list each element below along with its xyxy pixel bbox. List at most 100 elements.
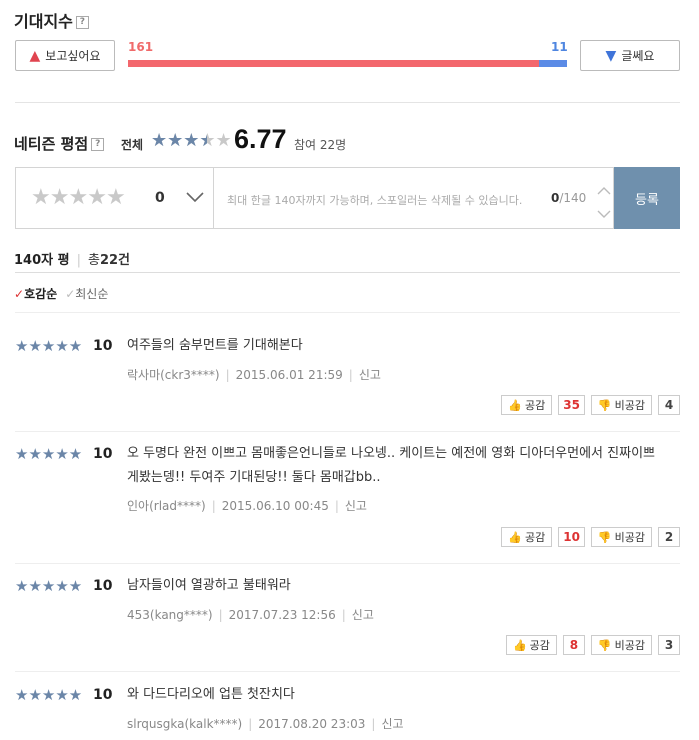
scroll-down-icon[interactable] xyxy=(597,204,611,223)
review-text: 오 두명다 완전 이쁘고 몸매좋은언니들로 나오넹.. 케이트는 예전에 영화 … xyxy=(127,446,655,485)
like-button[interactable]: 👍 공감 xyxy=(501,395,553,415)
review-date: 2015.06.01 21:59 xyxy=(235,368,343,382)
thumb-down-icon: 👎 xyxy=(597,530,612,544)
review-score: 10 xyxy=(93,446,113,462)
input-divider xyxy=(213,168,214,228)
scroll-up-icon[interactable] xyxy=(597,180,611,199)
sort-tab-likes[interactable]: ✓호감순 xyxy=(14,285,57,302)
meh-button[interactable]: ▼ 글쎄요 xyxy=(580,40,680,71)
star-icon[interactable]: ★ xyxy=(106,185,126,210)
netizen-title-text: 네티즌 평점 xyxy=(14,135,89,153)
thumb-down-icon: 👎 xyxy=(597,398,612,412)
review-divider xyxy=(15,431,680,432)
dislike-count: 3 xyxy=(658,635,680,655)
report-link[interactable]: 신고 xyxy=(381,717,403,731)
want-button[interactable]: ▲ 보고싶어요 xyxy=(15,40,115,71)
sort-divider xyxy=(15,312,680,313)
thumb-up-icon: 👍 xyxy=(512,638,527,652)
netizen-stars: ★★★★★ ★★★★★ xyxy=(151,130,233,152)
like-label: 공감 xyxy=(524,531,546,544)
review-date: 2015.06.10 00:45 xyxy=(221,499,329,513)
star-icon[interactable]: ★ xyxy=(50,185,70,210)
review-textarea[interactable]: 최대 한글 140자까지 가능하며, 스포일러는 삭제될 수 있습니다. xyxy=(227,192,527,208)
help-icon[interactable]: ? xyxy=(75,16,89,29)
review-votes: 👍 공감 8 👎 비공감 3 xyxy=(505,635,680,655)
char-count-max: /140 xyxy=(559,191,587,205)
header-separator: | xyxy=(76,253,81,268)
header-divider xyxy=(15,272,680,273)
review-meta: 인아(rlad****) | 2015.06.10 00:45 | 신고 xyxy=(127,499,367,513)
char-counter: 0/140 xyxy=(551,191,586,205)
review-score: 10 xyxy=(93,338,113,354)
check-icon: ✓ xyxy=(14,287,25,301)
star-icon[interactable]: ★ xyxy=(87,185,107,210)
thumb-down-icon: 👎 xyxy=(597,638,612,652)
report-link[interactable]: 신고 xyxy=(359,368,381,382)
submit-button[interactable]: 등록 xyxy=(614,167,680,229)
dislike-count: 2 xyxy=(658,527,680,547)
report-link[interactable]: 신고 xyxy=(352,608,374,622)
check-icon: ✓ xyxy=(65,287,76,301)
dislike-label: 비공감 xyxy=(614,531,645,544)
review-votes: 👍 공감 10 👎 비공감 2 xyxy=(501,527,680,547)
netizen-score: 6.77 xyxy=(234,124,287,154)
dislike-button[interactable]: 👎 비공감 xyxy=(590,527,652,547)
dislike-count: 4 xyxy=(658,395,680,415)
review-score: 10 xyxy=(93,578,113,594)
section-divider xyxy=(15,102,680,103)
review-author[interactable]: 453(kang****) xyxy=(127,608,213,622)
review-meta: 락사마(ckr3****) | 2015.06.01 21:59 | 신고 xyxy=(127,368,381,382)
review-author[interactable]: 락사마(ckr3****) xyxy=(127,368,220,382)
list-header-label: 140자 평 xyxy=(14,253,70,268)
thumb-up-icon: 👍 xyxy=(508,530,522,544)
sort-tab-recent[interactable]: ✓최신순 xyxy=(65,285,108,302)
dislike-button[interactable]: 👎 비공감 xyxy=(590,635,652,655)
like-count: 35 xyxy=(558,395,585,415)
want-bar-fill xyxy=(128,60,539,67)
review-votes: 👍 공감 35 👎 비공감 4 xyxy=(501,395,680,415)
want-button-label: 보고싶어요 xyxy=(45,49,101,63)
review-stars: ★★★★★ xyxy=(15,337,83,355)
chevron-down-icon[interactable] xyxy=(186,188,204,207)
thumb-up-icon: 👍 xyxy=(508,398,522,412)
sort-tab-likes-label: 호감순 xyxy=(24,287,58,301)
help-icon[interactable]: ? xyxy=(91,138,105,151)
review-date: 2017.08.20 23:03 xyxy=(258,717,366,731)
rating-current-value: 0 xyxy=(155,190,165,206)
review-meta: 453(kang****) | 2017.07.23 12:56 | 신고 xyxy=(127,608,374,622)
total-prefix: 총 xyxy=(87,253,100,268)
dislike-label: 비공감 xyxy=(614,639,645,652)
netizen-scope: 전체 xyxy=(121,138,144,152)
expect-bar xyxy=(128,60,567,67)
review-text: 여주들의 숨부먼트를 기대해본다 xyxy=(127,338,303,353)
review-author[interactable]: slrqusgka(kalk****) xyxy=(127,717,242,731)
want-count: 161 xyxy=(128,40,154,54)
review-author[interactable]: 인아(rlad****) xyxy=(127,499,206,513)
star-filled-row: ★★★★★ xyxy=(151,130,207,151)
dislike-label: 비공감 xyxy=(614,399,645,412)
review-meta: slrqusgka(kalk****) | 2017.08.20 23:03 | 신고 xyxy=(127,717,404,731)
dislike-button[interactable]: 👎 비공감 xyxy=(590,395,652,415)
like-button[interactable]: 👍 공감 xyxy=(501,527,553,547)
review-date: 2017.07.23 12:56 xyxy=(228,608,336,622)
like-count: 10 xyxy=(558,527,585,547)
review-text: 남자들이여 열광하고 불태워라 xyxy=(127,578,291,593)
expect-section-title: 기대지수? xyxy=(14,8,89,32)
expect-title: 기대지수 xyxy=(14,12,73,31)
thumb-down-icon: ▼ xyxy=(605,47,617,64)
star-icon[interactable]: ★ xyxy=(31,185,51,210)
list-header: 140자 평 | 총22건 xyxy=(14,249,130,268)
review-stars: ★★★★★ xyxy=(15,445,83,463)
review-score: 10 xyxy=(93,687,113,703)
report-link[interactable]: 신고 xyxy=(345,499,367,513)
meh-count: 11 xyxy=(551,40,568,54)
star-icon[interactable]: ★ xyxy=(68,185,88,210)
rating-star-picker[interactable]: ★★★★★ xyxy=(31,185,126,210)
review-text: 와 다드다리오에 업튼 첫잔치다 xyxy=(127,687,295,702)
like-label: 공감 xyxy=(524,399,546,412)
review-stars: ★★★★★ xyxy=(15,577,83,595)
like-label: 공감 xyxy=(529,639,550,652)
like-button[interactable]: 👍 공감 xyxy=(505,635,557,655)
thumb-up-icon: ▲ xyxy=(29,47,41,64)
sort-tabs: ✓호감순 ✓최신순 xyxy=(14,285,108,302)
